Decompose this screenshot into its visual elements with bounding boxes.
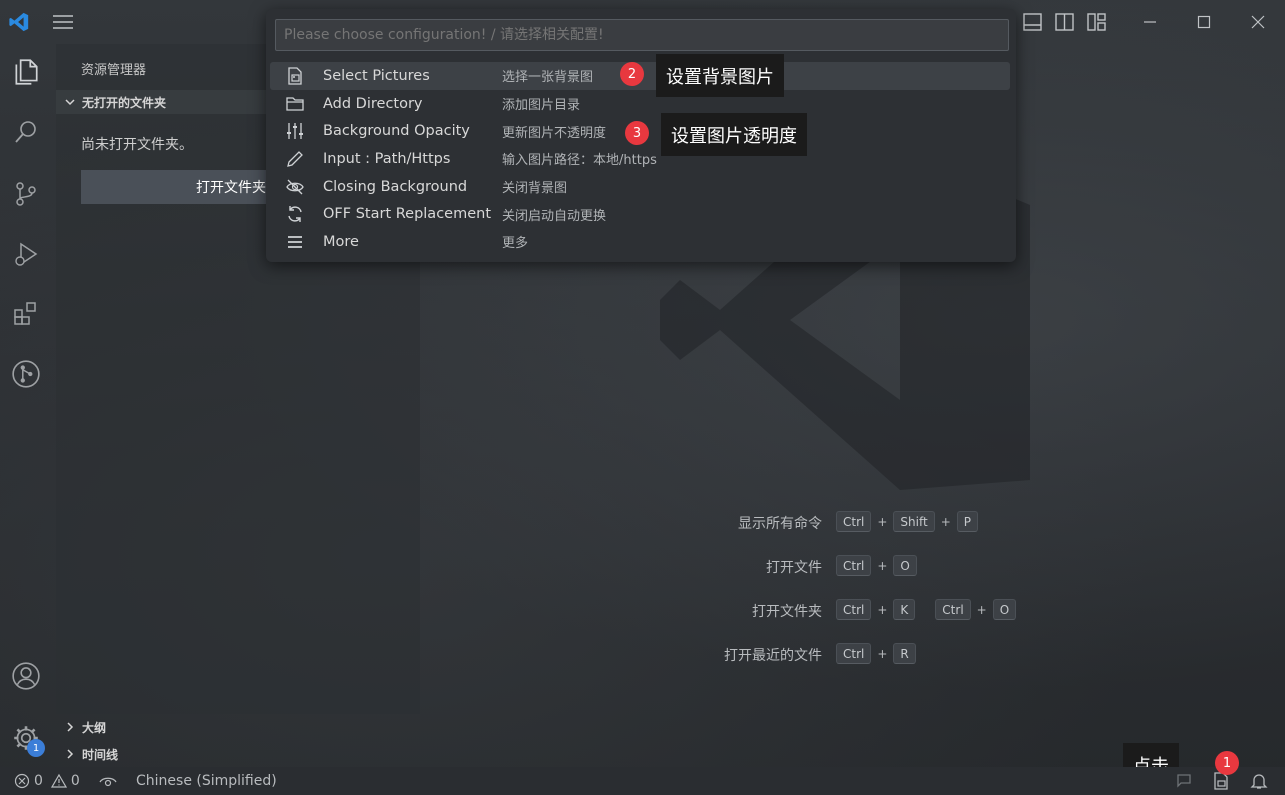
chevron-right-icon	[67, 722, 74, 732]
maximize-button[interactable]	[1177, 0, 1231, 44]
option-description: 添加图片目录	[502, 98, 581, 114]
sidebar-title: 资源管理器	[81, 63, 147, 78]
callout-set-opacity: 设置图片透明度	[661, 113, 807, 156]
feedback-icon[interactable]	[1173, 771, 1195, 791]
chevron-down-icon	[65, 99, 75, 106]
option-label: Background Opacity	[323, 123, 470, 140]
shortcut-open-recent: 打开最近的文件 Ctrl + R	[600, 643, 1020, 667]
option-off-start-replacement[interactable]: OFF Start Replacement 关闭启动自动更换	[270, 200, 1010, 228]
no-folder-message: 尚未打开文件夹。	[81, 137, 193, 153]
language-indicator[interactable]: Chinese (Simplified)	[136, 773, 277, 789]
eye-closed-icon	[284, 177, 306, 197]
folder-icon	[284, 94, 306, 114]
quick-pick-input[interactable]	[275, 19, 1009, 51]
sliders-icon	[284, 121, 306, 141]
key: O	[893, 555, 917, 576]
vscode-logo-icon	[9, 12, 29, 32]
toggle-panel-icon[interactable]	[1022, 12, 1044, 32]
key: P	[956, 511, 979, 532]
search-icon[interactable]	[8, 114, 44, 150]
outline-section-header[interactable]: 大纲	[56, 714, 420, 740]
option-label: Add Directory	[323, 95, 423, 112]
option-closing-background[interactable]: Closing Background 关闭背景图	[270, 173, 1010, 201]
option-add-directory[interactable]: Add Directory 添加图片目录	[270, 90, 1010, 118]
menu-lines-icon	[284, 232, 306, 252]
shortcut-label: 显示所有命令	[738, 516, 822, 532]
option-description: 关闭启动自动更换	[502, 208, 607, 224]
extensions-icon[interactable]	[8, 296, 44, 332]
shortcut-show-all-commands: 显示所有命令 Ctrl + Shift + P	[600, 511, 1020, 535]
quick-pick-list: Select Pictures 选择一张背景图 Add Directory 添加…	[270, 62, 1010, 256]
key: Shift	[893, 511, 935, 532]
warning-count: 0	[70, 773, 80, 789]
option-label: Select Pictures	[323, 67, 430, 84]
git-graph-icon[interactable]	[8, 356, 44, 392]
shortcut-open-file: 打开文件 Ctrl + O	[600, 555, 1020, 579]
option-label: OFF Start Replacement	[323, 206, 492, 223]
key: R	[893, 643, 916, 664]
source-control-icon[interactable]	[8, 176, 44, 212]
customize-layout-icon[interactable]	[1086, 12, 1108, 32]
outline-label: 大纲	[82, 720, 107, 735]
timeline-label: 时间线	[82, 747, 119, 762]
notifications-bell-icon[interactable]	[1248, 771, 1270, 791]
step-badge-1: 1	[1215, 751, 1239, 775]
pencil-icon	[284, 149, 306, 169]
explorer-files-icon[interactable]	[8, 54, 44, 90]
eye-watch-icon[interactable]	[97, 771, 119, 791]
option-more[interactable]: More 更多	[270, 228, 1010, 256]
option-label: Closing Background	[323, 178, 468, 195]
error-icon	[14, 773, 30, 789]
key: Ctrl	[836, 511, 872, 532]
option-description: 更多	[502, 236, 529, 252]
toggle-secondary-sidebar-icon[interactable]	[1054, 12, 1076, 32]
section-header-label: 无打开的文件夹	[82, 95, 167, 110]
shortcut-label: 打开文件夹	[752, 604, 822, 620]
key: Ctrl	[836, 599, 872, 620]
minimize-button[interactable]	[1123, 0, 1177, 44]
key: K	[893, 599, 916, 620]
run-debug-icon[interactable]	[8, 236, 44, 272]
account-icon[interactable]	[8, 658, 44, 694]
option-label: More	[323, 233, 359, 250]
option-input-path[interactable]: Input : Path/Https 输入图片路径：本地/https	[270, 145, 1010, 173]
option-label: Input : Path/Https	[323, 150, 451, 167]
option-description: 关闭背景图	[502, 181, 568, 197]
problems-indicator[interactable]: 0 0	[14, 773, 80, 789]
step-badge-3: 3	[625, 121, 649, 145]
error-count: 0	[34, 773, 43, 789]
close-button[interactable]	[1231, 0, 1285, 44]
status-bar: 0 0 Chinese (Simplified)	[0, 767, 1285, 795]
hamburger-menu-icon[interactable]	[52, 13, 74, 31]
step-badge-2: 2	[620, 62, 644, 86]
shortcut-label: 打开文件	[766, 560, 822, 576]
picture-file-icon	[284, 66, 306, 86]
shortcut-open-folder: 打开文件夹 Ctrl + K Ctrl + O	[600, 599, 1020, 623]
key: Ctrl	[836, 555, 872, 576]
timeline-section-header[interactable]: 时间线	[56, 741, 420, 767]
option-description: 输入图片路径：本地/https	[502, 153, 657, 169]
option-description: 更新图片不透明度	[502, 125, 607, 141]
key: Ctrl	[836, 643, 872, 664]
settings-badge: 1	[27, 739, 45, 757]
key: O	[992, 599, 1017, 620]
callout-set-background: 设置背景图片	[656, 54, 784, 97]
option-description: 选择一张背景图	[502, 70, 594, 86]
shortcut-label: 打开最近的文件	[724, 648, 822, 664]
chevron-right-icon	[67, 749, 74, 759]
key: Ctrl	[935, 599, 971, 620]
activity-bar	[0, 44, 52, 767]
sync-icon	[284, 204, 306, 224]
warning-icon	[50, 773, 67, 788]
